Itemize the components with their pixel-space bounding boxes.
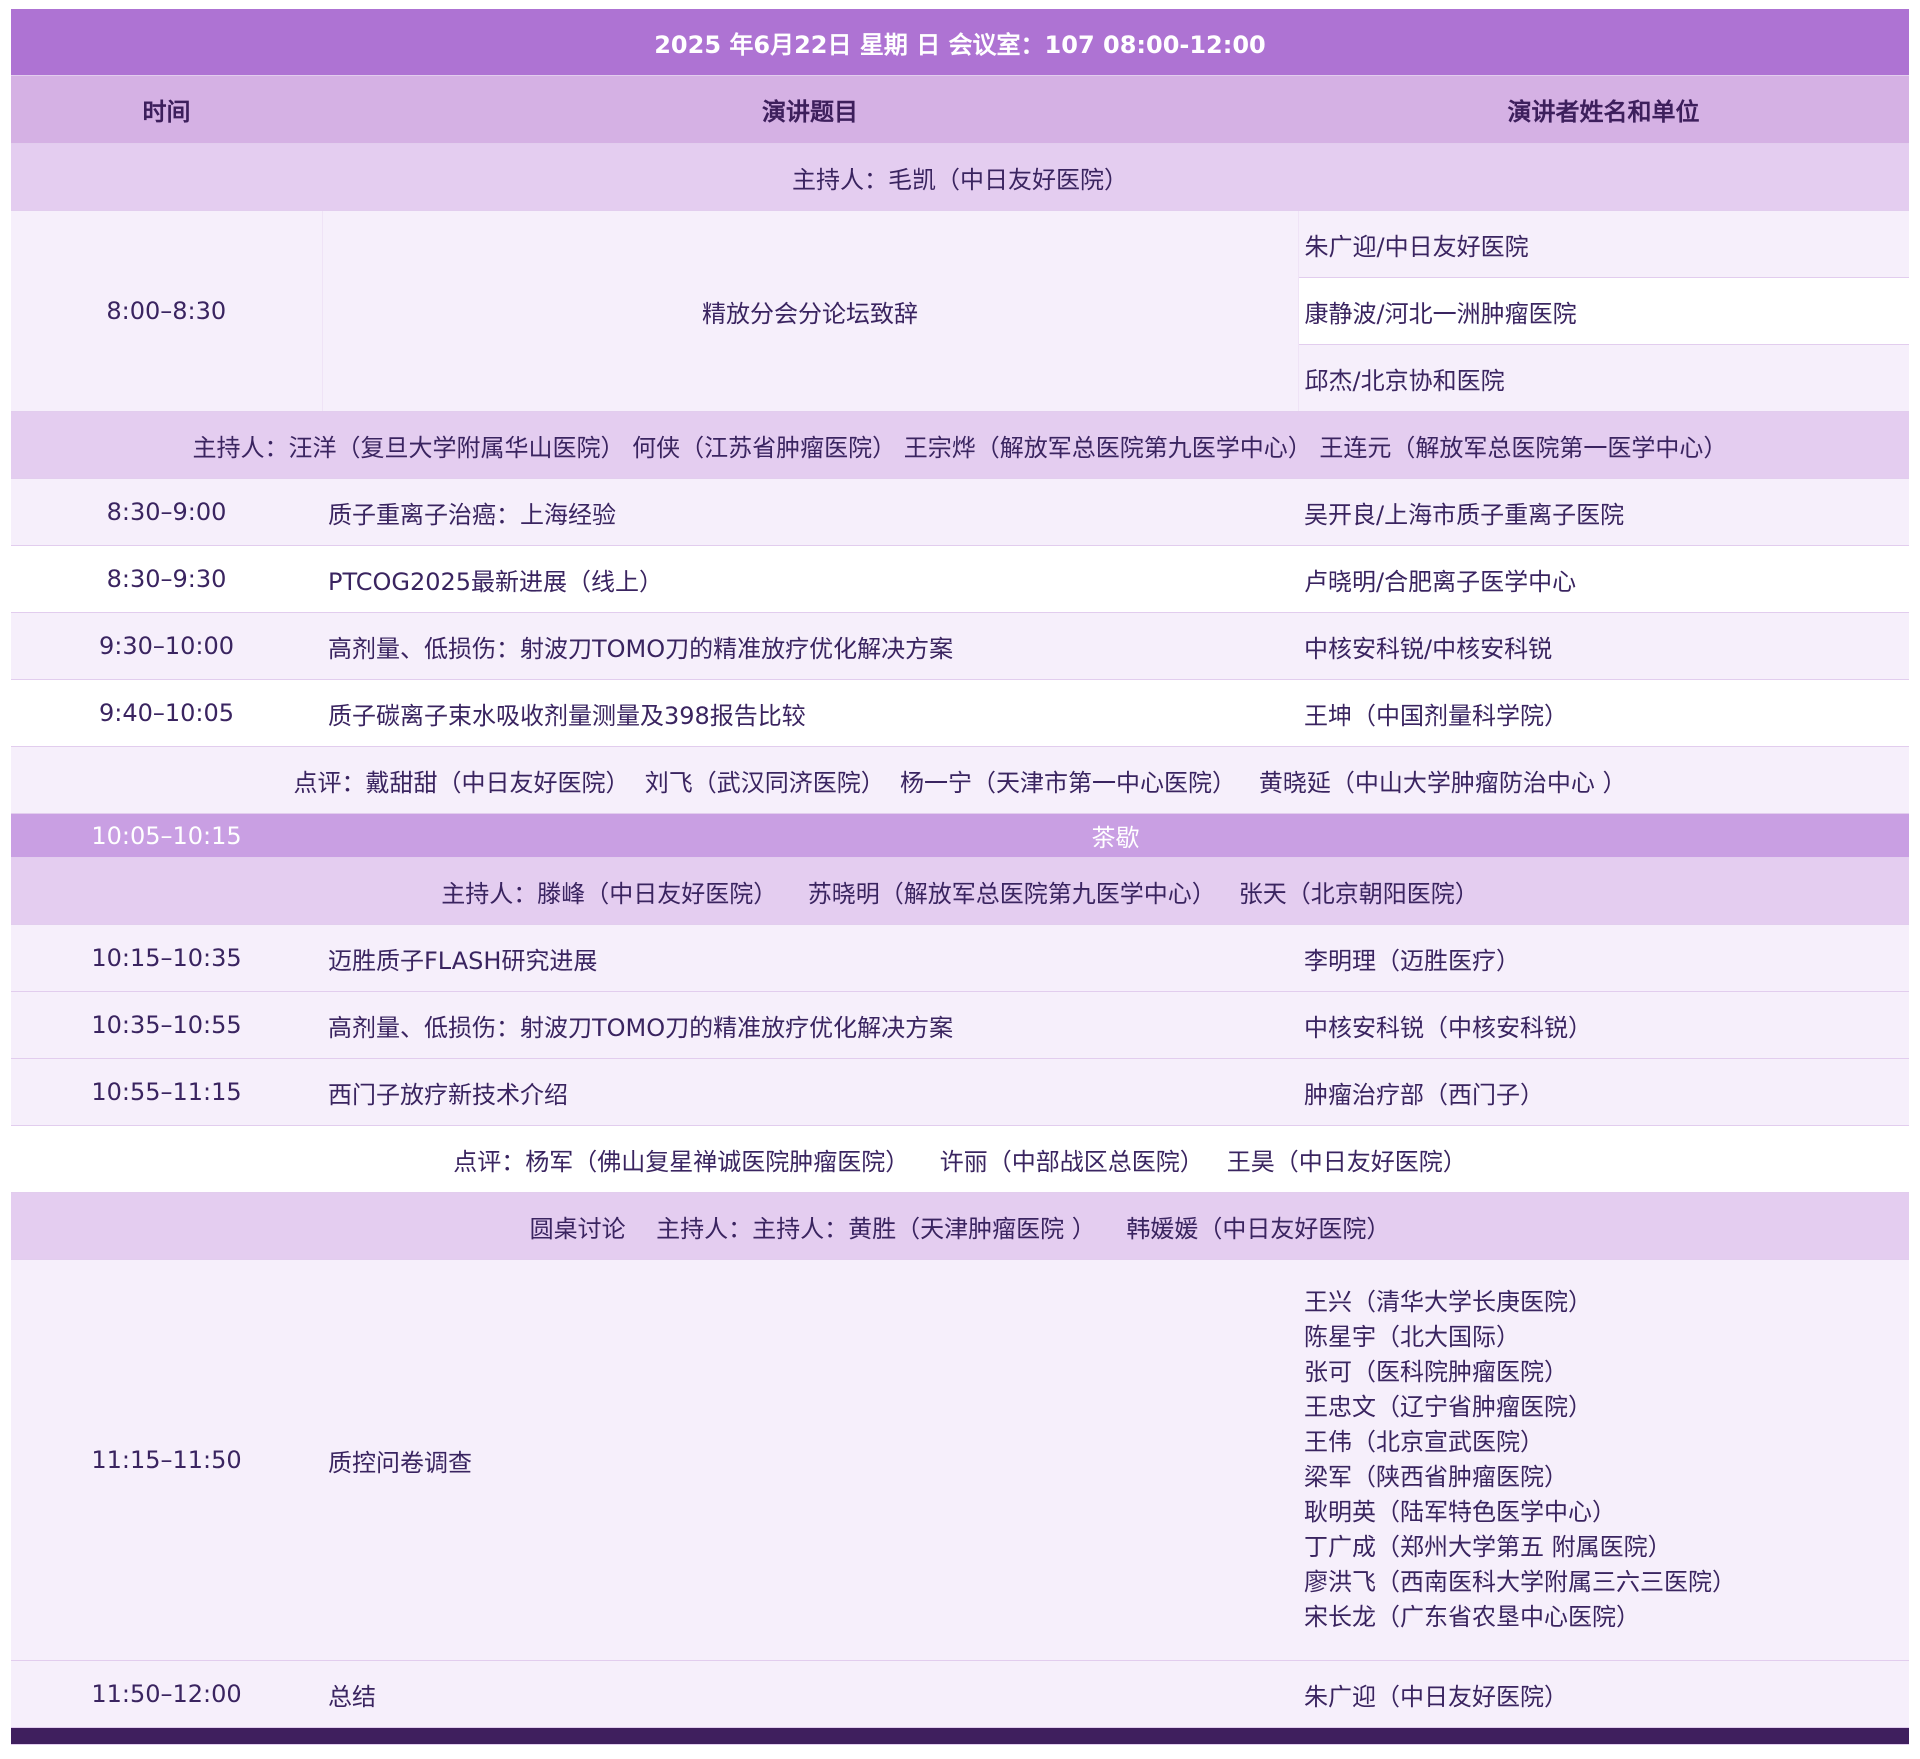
opening-row: 8:00–8:30 精放分会分论坛致辞 朱广迎/中日友好医院 xyxy=(11,210,1909,412)
panel-speaker: 王兴（清华大学长庚医院） xyxy=(1304,1288,1592,1316)
panel-speaker: 王忠文（辽宁省肿瘤医院） xyxy=(1304,1393,1592,1421)
talk-title: 迈胜质子FLASH研究进展 xyxy=(322,924,1298,992)
table-row: 11:50–12:00 总结 朱广迎（中日友好医院） xyxy=(11,1660,1909,1728)
panel-speaker: 耿明英（陆军特色医学中心） xyxy=(1304,1498,1616,1526)
panel-speaker: 王伟（北京宣武医院） xyxy=(1304,1428,1544,1456)
schedule-table: 2025 年6月22日 星期 日 会议室：107 08:00-12:00 时间 … xyxy=(11,9,1909,1745)
talk-time: 8:30–9:30 xyxy=(11,545,322,613)
talk-speaker: 卢晓明/合肥离子医学中心 xyxy=(1298,545,1909,613)
talk-speaker: 中核安科锐/中核安科锐 xyxy=(1298,612,1909,680)
opening-speaker-2: 康静波/河北一洲肿瘤医院 xyxy=(1297,277,1909,345)
footer-bar xyxy=(11,1727,1909,1745)
talk-title: PTCOG2025最新进展（线上） xyxy=(322,545,1298,613)
comment-row: 点评：戴甜甜（中日友好医院） 刘飞（武汉同济医院） 杨一宁（天津市第一中心医院）… xyxy=(11,746,1909,814)
talk-title: 高剂量、低损伤：射波刀TOMO刀的精准放疗优化解决方案 xyxy=(322,991,1298,1059)
table-row: 10:55–11:15 西门子放疗新技术介绍 肿瘤治疗部（西门子） xyxy=(11,1058,1909,1126)
panel-speaker: 宋长龙（广东省农垦中心医院） xyxy=(1304,1603,1640,1631)
schedule-title: 2025 年6月22日 星期 日 会议室：107 08:00-12:00 xyxy=(11,9,1909,76)
talk-title: 高剂量、低损伤：射波刀TOMO刀的精准放疗优化解决方案 xyxy=(322,612,1298,680)
break-row: 10:05–10:15 茶歇 xyxy=(11,813,1909,858)
column-header-row: 时间 演讲题目 演讲者姓名和单位 xyxy=(11,75,1909,144)
summary-speaker: 朱广迎（中日友好医院） xyxy=(1298,1660,1909,1728)
panel-row: 11:15–11:50 质控问卷调查 王兴（清华大学长庚医院） 陈星宇（北大国际… xyxy=(11,1259,1909,1661)
session-host-row: 圆桌讨论 主持人：主持人：黄胜（天津肿瘤医院 ） 韩媛媛（中日友好医院） xyxy=(11,1192,1909,1260)
session3-comment: 点评：杨军（佛山复星禅诚医院肿瘤医院） 许丽（中部战区总医院） 王昊（中日友好医… xyxy=(11,1125,1909,1193)
panel-speaker: 张可（医科院肿瘤医院） xyxy=(1304,1358,1568,1386)
table-row: 10:35–10:55 高剂量、低损伤：射波刀TOMO刀的精准放疗优化解决方案 … xyxy=(11,991,1909,1059)
table-row: 9:40–10:05 质子碳离子束水吸收剂量测量及398报告比较 王坤（中国剂量… xyxy=(11,679,1909,747)
table-row: 8:30–9:00 质子重离子治癌：上海经验 吴开良/上海市质子重离子医院 xyxy=(11,478,1909,546)
talk-time: 10:15–10:35 xyxy=(11,924,322,992)
comment-row: 点评：杨军（佛山复星禅诚医院肿瘤医院） 许丽（中部战区总医院） 王昊（中日友好医… xyxy=(11,1125,1909,1193)
panel-speaker: 丁广成（郑州大学第五 附属医院） xyxy=(1304,1533,1672,1561)
session1-host: 主持人：毛凯（中日友好医院） xyxy=(11,143,1909,211)
header-time: 时间 xyxy=(11,75,322,144)
summary-title: 总结 xyxy=(322,1660,1298,1728)
break-time: 10:05–10:15 xyxy=(11,813,322,858)
talk-title: 质子重离子治癌：上海经验 xyxy=(322,478,1298,546)
talk-title: 西门子放疗新技术介绍 xyxy=(322,1058,1298,1126)
session-host-row: 主持人：滕峰（中日友好医院） 苏晓明（解放军总医院第九医学中心） 张天（北京朝阳… xyxy=(11,857,1909,925)
panel-speaker: 廖洪飞（西南医科大学附属三六三医院） xyxy=(1304,1568,1736,1596)
summary-time: 11:50–12:00 xyxy=(11,1660,322,1728)
table-row: 8:30–9:30 PTCOG2025最新进展（线上） 卢晓明/合肥离子医学中心 xyxy=(11,545,1909,613)
opening-title: 精放分会分论坛致辞 xyxy=(322,210,1299,412)
talk-speaker: 中核安科锐（中核安科锐） xyxy=(1298,991,1909,1059)
panel-speaker: 梁军（陕西省肿瘤医院） xyxy=(1304,1463,1568,1491)
session4-host: 圆桌讨论 主持人：主持人：黄胜（天津肿瘤医院 ） 韩媛媛（中日友好医院） xyxy=(11,1192,1909,1260)
header-title: 演讲题目 xyxy=(322,75,1298,144)
talk-time: 10:55–11:15 xyxy=(11,1058,322,1126)
session3-host: 主持人：滕峰（中日友好医院） 苏晓明（解放军总医院第九医学中心） 张天（北京朝阳… xyxy=(11,857,1909,925)
session-host-row: 主持人：毛凯（中日友好医院） xyxy=(11,143,1909,211)
opening-speaker-1: 朱广迎/中日友好医院 xyxy=(1297,210,1909,278)
talk-title: 质子碳离子束水吸收剂量测量及398报告比较 xyxy=(322,679,1298,747)
talk-time: 9:40–10:05 xyxy=(11,679,322,747)
talk-speaker: 吴开良/上海市质子重离子医院 xyxy=(1298,478,1909,546)
session2-comment: 点评：戴甜甜（中日友好医院） 刘飞（武汉同济医院） 杨一宁（天津市第一中心医院）… xyxy=(11,746,1909,814)
table-row: 9:30–10:00 高剂量、低损伤：射波刀TOMO刀的精准放疗优化解决方案 中… xyxy=(11,612,1909,680)
talk-speaker: 肿瘤治疗部（西门子） xyxy=(1298,1058,1909,1126)
talk-speaker: 李明理（迈胜医疗） xyxy=(1298,924,1909,992)
opening-speaker-3: 邱杰/北京协和医院 xyxy=(1297,344,1909,412)
footer-bar-cell xyxy=(11,1727,1909,1745)
break-label: 茶歇 xyxy=(322,813,1909,858)
panel-time: 11:15–11:50 xyxy=(11,1259,322,1661)
table-row: 10:15–10:35 迈胜质子FLASH研究进展 李明理（迈胜医疗） xyxy=(11,924,1909,992)
talk-time: 10:35–10:55 xyxy=(11,991,322,1059)
panel-title: 质控问卷调查 xyxy=(322,1259,1298,1661)
opening-time: 8:00–8:30 xyxy=(11,210,323,412)
talk-speaker: 王坤（中国剂量科学院） xyxy=(1298,679,1909,747)
title-row: 2025 年6月22日 星期 日 会议室：107 08:00-12:00 xyxy=(11,9,1909,76)
talk-time: 9:30–10:00 xyxy=(11,612,322,680)
talk-time: 8:30–9:00 xyxy=(11,478,322,546)
header-speaker: 演讲者姓名和单位 xyxy=(1298,75,1909,144)
session2-host: 主持人：汪洋（复旦大学附属华山医院） 何侠（江苏省肿瘤医院） 王宗烨（解放军总医… xyxy=(11,411,1909,479)
panel-speaker: 陈星宇（北大国际） xyxy=(1304,1323,1520,1351)
panel-speakers: 王兴（清华大学长庚医院） 陈星宇（北大国际） 张可（医科院肿瘤医院） 王忠文（辽… xyxy=(1298,1259,1909,1661)
session-host-row: 主持人：汪洋（复旦大学附属华山医院） 何侠（江苏省肿瘤医院） 王宗烨（解放军总医… xyxy=(11,411,1909,479)
